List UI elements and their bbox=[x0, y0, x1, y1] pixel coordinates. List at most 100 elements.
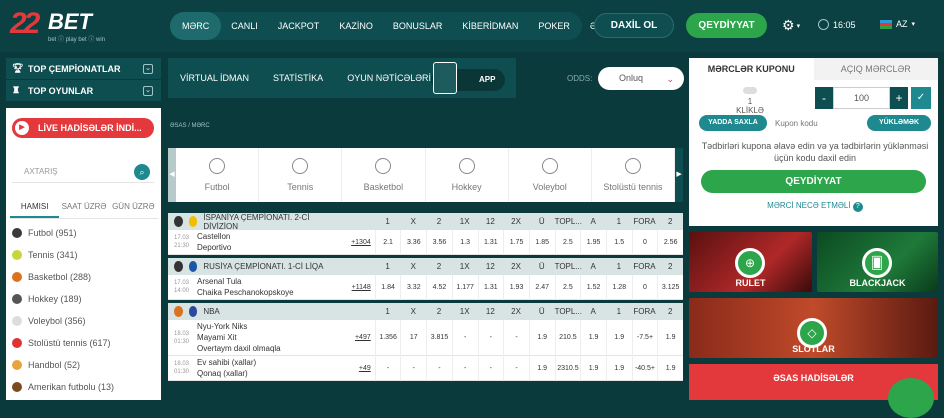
odds-cell[interactable]: 1.95 bbox=[580, 229, 606, 255]
chat-icon[interactable] bbox=[888, 378, 934, 418]
nav-item-bonuslar[interactable]: BONUSLAR bbox=[383, 12, 453, 40]
sport-item-handbol[interactable]: Handbol (52) bbox=[12, 354, 157, 376]
odds-cell[interactable]: 2.1 bbox=[374, 229, 401, 255]
odds-cell[interactable]: 1.28 bbox=[605, 274, 632, 300]
sport-tile-hokkey[interactable]: Hokkey bbox=[426, 148, 509, 202]
odds-cell[interactable]: - bbox=[503, 319, 529, 356]
blackjack-tile[interactable]: 🂠︎ BLACKJACK bbox=[817, 232, 938, 292]
nav-item-jackpot[interactable]: JACKPOT bbox=[268, 12, 330, 40]
odds-cell[interactable]: 1.356 bbox=[374, 319, 401, 356]
odds-cell[interactable]: - bbox=[503, 355, 529, 381]
odds-cell[interactable]: 1.9 bbox=[657, 355, 683, 381]
register-button[interactable]: QEYDİYYAT bbox=[686, 13, 767, 38]
minus-button[interactable]: - bbox=[815, 87, 833, 109]
top-championships-header[interactable]: 🏆︎ TOP ÇEMPİONATLAR ⌄ bbox=[6, 58, 161, 79]
odds-cell[interactable]: - bbox=[374, 355, 401, 381]
odds-cell[interactable]: 1.9 bbox=[580, 355, 606, 381]
top-games-header[interactable]: ♜ TOP OYUNLAR ⌄ bbox=[6, 80, 161, 101]
more-markets-link[interactable]: +1304 bbox=[348, 239, 371, 246]
odds-cell[interactable]: 2310.5 bbox=[554, 355, 581, 381]
event-row[interactable]: 18.03 01:30 Ev sahibi (xallar) Qonaq (xall… bbox=[168, 355, 683, 381]
tab-results[interactable]: OYUN NƏTİCƏLƏRİ bbox=[335, 73, 443, 83]
odds-cell[interactable]: 1.9 bbox=[605, 319, 632, 356]
odds-cell[interactable]: 1.75 bbox=[503, 229, 529, 255]
collapse-icon[interactable]: ⌄ bbox=[143, 63, 153, 74]
odds-cell[interactable]: - bbox=[451, 355, 478, 381]
odds-cell[interactable]: 3.815 bbox=[426, 319, 452, 356]
sport-item-table-tennis[interactable]: Stolüstü tennis (617) bbox=[12, 332, 157, 354]
odds-cell[interactable]: 1.9 bbox=[528, 355, 555, 381]
nav-item-merc[interactable]: MƏRC bbox=[170, 12, 222, 40]
scroll-left-icon[interactable]: ◀ bbox=[168, 148, 176, 202]
slots-tile[interactable]: ◇ SLOTLAR bbox=[689, 298, 938, 358]
odds-cell[interactable]: - bbox=[477, 319, 504, 356]
coupon-register-button[interactable]: QEYDİYYAT bbox=[701, 170, 926, 193]
search-input[interactable]: AXTARIŞ ⌕ bbox=[12, 161, 154, 183]
nav-item-poker[interactable]: POKER bbox=[528, 12, 580, 40]
odds-cell[interactable]: 1.5 bbox=[605, 229, 632, 255]
odds-cell[interactable]: 3.36 bbox=[400, 229, 426, 255]
sport-tile-voleybol[interactable]: Voleybol bbox=[509, 148, 592, 202]
tab-all[interactable]: HAMISI bbox=[10, 198, 60, 218]
event-row[interactable]: 17.03 14:00 Arsenal Tula Chaika Peschanoko… bbox=[168, 274, 683, 300]
event-teams[interactable]: Castellon Deportivo bbox=[195, 231, 348, 253]
odds-cell[interactable]: 1.52 bbox=[580, 274, 606, 300]
odds-cell[interactable]: 2.47 bbox=[528, 274, 555, 300]
sport-item-hokkey[interactable]: Hokkey (189) bbox=[12, 288, 157, 310]
toggle-switch[interactable] bbox=[743, 87, 757, 94]
odds-cell[interactable]: 1.9 bbox=[580, 319, 606, 356]
sport-tile-tennis[interactable]: Tennis bbox=[259, 148, 343, 202]
odds-cell[interactable]: 1.31 bbox=[477, 229, 504, 255]
tab-virtual-sports[interactable]: VİRTUAL İDMAN bbox=[168, 73, 261, 83]
event-row[interactable]: 18.03 01:30 Nyu-York Niks Mayami Xit Overta… bbox=[168, 319, 683, 356]
one-click-toggle[interactable]: 1 KLİKLƏ bbox=[735, 87, 765, 115]
odds-cell[interactable]: -40.5+ bbox=[631, 355, 658, 381]
odds-cell[interactable]: 1.9 bbox=[605, 355, 632, 381]
coupon-code-input[interactable]: Kupon kodu bbox=[767, 119, 867, 128]
nav-item-kazino[interactable]: KAZİNO bbox=[329, 12, 383, 40]
collapse-icon[interactable]: ⌄ bbox=[143, 85, 153, 96]
sport-tile-basketbol[interactable]: Basketbol bbox=[342, 148, 426, 202]
odds-cell[interactable]: 3.32 bbox=[400, 274, 426, 300]
league-header[interactable]: NBA 1 X 2 1X 12 2X Ü TOPL... A 1 FORA 2 bbox=[168, 303, 683, 320]
odds-cell[interactable]: 1.9 bbox=[528, 319, 555, 356]
tab-bet-slip[interactable]: MƏRCLƏR KUPONU bbox=[689, 58, 814, 80]
odds-cell[interactable]: -7.5+ bbox=[631, 319, 658, 356]
odds-cell[interactable]: 17 bbox=[400, 319, 426, 356]
odds-cell[interactable]: 1.85 bbox=[528, 229, 555, 255]
how-to-bet-link[interactable]: MƏRCİ NECƏ ETMƏLİ ? bbox=[699, 201, 931, 212]
odds-cell[interactable]: - bbox=[400, 355, 426, 381]
odds-cell[interactable]: 2.5 bbox=[554, 229, 581, 255]
odds-cell[interactable]: - bbox=[451, 319, 478, 356]
more-markets-link[interactable]: +49 bbox=[348, 365, 371, 372]
tab-by-day[interactable]: GÜN ÜZRƏ bbox=[109, 198, 158, 218]
login-button[interactable]: DAXİL OL bbox=[594, 13, 674, 38]
sport-tile-futbol[interactable]: Futbol bbox=[176, 148, 260, 202]
confirm-check-icon[interactable]: ✓ bbox=[911, 87, 931, 109]
language-selector[interactable]: AZ ▾ bbox=[880, 19, 915, 29]
event-teams[interactable]: Arsenal Tula Chaika Peschanokopskoye bbox=[195, 276, 348, 298]
odds-cell[interactable]: 1.3 bbox=[451, 229, 478, 255]
odds-cell[interactable]: 1.9 bbox=[657, 319, 683, 356]
roulette-tile[interactable]: ⊕ RULET bbox=[689, 232, 812, 292]
tab-statistics[interactable]: STATİSTİKA bbox=[261, 73, 335, 83]
scroll-right-icon[interactable]: ▶ bbox=[675, 148, 684, 202]
more-markets-link[interactable]: +1148 bbox=[348, 284, 371, 291]
tab-by-hour[interactable]: SAAT ÜZRƏ bbox=[59, 198, 108, 218]
odds-cell[interactable]: 1.177 bbox=[451, 274, 478, 300]
tab-open-bets[interactable]: AÇIQ MƏRCLƏR bbox=[813, 58, 938, 80]
nav-item-kiberidman[interactable]: KİBERİDMAN bbox=[452, 12, 528, 40]
app-button[interactable]: APP bbox=[431, 62, 505, 94]
save-button[interactable]: YADDA SAXLA bbox=[699, 115, 767, 131]
event-teams[interactable]: Ev sahibi (xallar) Qonaq (xallar) bbox=[195, 357, 348, 379]
sport-item-voleybol[interactable]: Voleybol (356) bbox=[12, 310, 157, 332]
league-header[interactable]: RUSİYA ÇEMPİONATI. 1-Cİ LİQA 1 X 2 1X 12 2X Ü TO… bbox=[168, 258, 683, 275]
odds-cell[interactable]: 0 bbox=[631, 229, 658, 255]
odds-cell[interactable]: 3.125 bbox=[657, 274, 683, 300]
odds-cell[interactable]: 0 bbox=[631, 274, 658, 300]
odds-cell[interactable]: 210.5 bbox=[554, 319, 581, 356]
odds-cell[interactable]: 2.56 bbox=[657, 229, 683, 255]
odds-format-select[interactable]: Onluq ⌄ bbox=[598, 67, 684, 90]
search-icon[interactable]: ⌕ bbox=[134, 164, 150, 180]
event-row[interactable]: 17.03 21:30 Castellon Deportivo +1304 2.1 3.3… bbox=[168, 229, 683, 255]
